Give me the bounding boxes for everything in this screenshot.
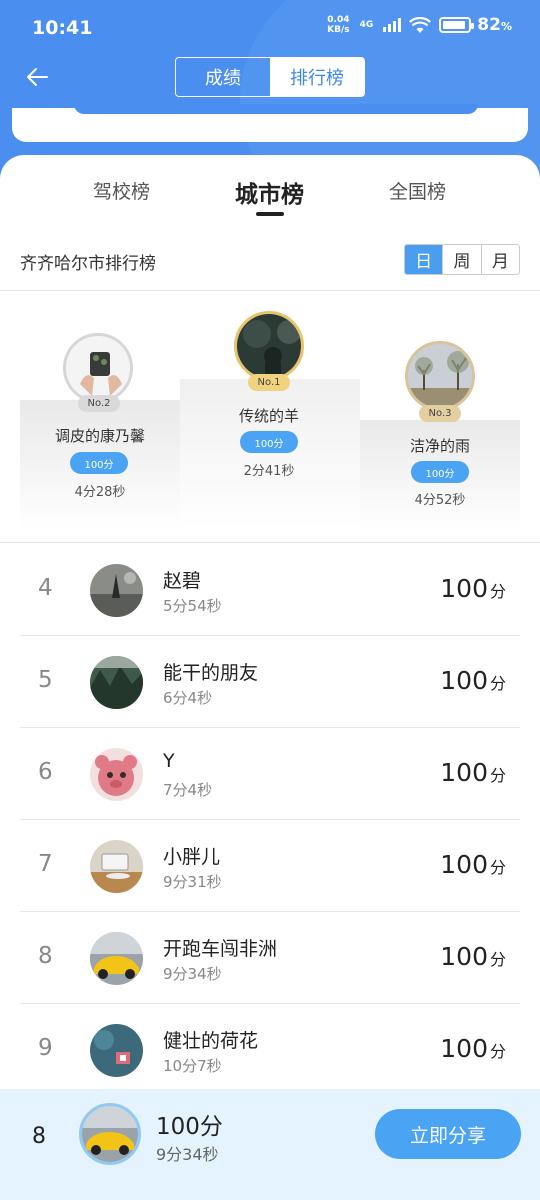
net-speed: 0.04 KB/s: [327, 15, 350, 35]
segment-leaderboard[interactable]: 排行榜: [270, 58, 364, 96]
list-rank: 7: [38, 851, 53, 877]
list-name: 赵碧: [163, 570, 202, 592]
segment-score[interactable]: 成绩: [176, 58, 270, 96]
podium-time-first: 2分41秒: [243, 464, 295, 479]
avatar: [90, 840, 143, 893]
my-rank: 8: [32, 1124, 46, 1149]
podium-score-third: 100分: [411, 461, 469, 483]
tab-city[interactable]: 城市榜: [235, 175, 304, 209]
back-button[interactable]: [22, 62, 52, 92]
podium-time-second: 4分28秒: [74, 485, 126, 500]
status-time: 10:41: [32, 17, 93, 39]
list-name: Y: [163, 750, 175, 772]
list-rank: 6: [38, 759, 53, 785]
list-item[interactable]: 5 能干的朋友 6分4秒 100 分: [20, 636, 520, 728]
avatar: [90, 1024, 143, 1077]
avatar[interactable]: [234, 311, 304, 381]
signal-icon: [383, 18, 402, 32]
list-score: 100 分: [440, 574, 506, 603]
score-card-bar: [74, 104, 478, 114]
avatar: [90, 932, 143, 985]
range-day[interactable]: 日: [405, 245, 444, 274]
podium-name-third: 洁净的雨: [409, 437, 470, 455]
wifi-icon: [409, 16, 432, 33]
list-item[interactable]: 8 开跑车闯非洲 9分34秒 100 分: [20, 912, 520, 1004]
list-score: 100 分: [440, 758, 506, 787]
podium-name-second: 调皮的康乃馨: [54, 427, 145, 445]
tab-school[interactable]: 驾校榜: [93, 177, 150, 204]
list-score: 100 分: [440, 942, 506, 971]
ranking-list: 4 赵碧 5分54秒 100 分 5 能干的朋友 6分4秒 100 分 6 Y 7分…: [20, 544, 520, 1096]
battery: 82%: [439, 15, 512, 35]
share-button[interactable]: 立即分享: [375, 1109, 521, 1159]
divider: [0, 290, 540, 291]
avatar[interactable]: [63, 333, 133, 403]
avatar[interactable]: [79, 1103, 141, 1165]
podium-name-first: 传统的羊: [238, 407, 299, 425]
avatar-image: [82, 1106, 138, 1162]
list-time: 7分4秒: [163, 781, 213, 799]
list-time: 9分31秒: [163, 873, 222, 891]
list-rank: 8: [38, 943, 53, 969]
rank-tag-first: No.1: [248, 374, 290, 391]
podium: No.2 调皮的康乃馨 100分 4分28秒 No.1 传统的羊 100分 2分…: [0, 305, 540, 545]
my-rank-bar: 8 100分 9分34秒 立即分享: [0, 1089, 540, 1200]
list-time: 6分4秒: [163, 689, 213, 707]
list-name: 开跑车闯非洲: [163, 938, 278, 960]
list-name: 小胖儿: [163, 846, 221, 868]
list-item[interactable]: 7 小胖儿 9分31秒 100 分: [20, 820, 520, 912]
board-tabs: 驾校榜 城市榜 全国榜: [0, 155, 540, 225]
podium-score-first: 100分: [240, 431, 298, 453]
list-score: 100 分: [440, 1034, 506, 1063]
status-bar: 10:41 0.04 KB/s 4G 82%: [0, 0, 540, 56]
list-time: 10分7秒: [163, 1057, 222, 1075]
list-score: 100 分: [440, 666, 506, 695]
list-item[interactable]: 4 赵碧 5分54秒 100 分: [20, 544, 520, 636]
range-toggle: 日 周 月: [404, 244, 520, 275]
list-time: 5分54秒: [163, 597, 222, 615]
list-score: 100 分: [440, 850, 506, 879]
list-item[interactable]: 9 健壮的荷花 10分7秒 100 分: [20, 1004, 520, 1096]
range-month[interactable]: 月: [482, 245, 519, 274]
avatar-image: [237, 314, 301, 378]
leaderboard-sheet: 驾校榜 城市榜 全国榜 齐齐哈尔市排行榜 日 周 月 No.2 调皮的康乃馨 1…: [0, 155, 540, 1200]
podium-score-second: 100分: [70, 452, 128, 474]
podium-time-third: 4分52秒: [414, 493, 466, 508]
my-time: 9分34秒: [156, 1145, 219, 1164]
ranking-title: 齐齐哈尔市排行榜: [20, 254, 156, 274]
avatar[interactable]: [405, 341, 475, 411]
tab-indicator: [256, 212, 284, 216]
list-name: 能干的朋友: [163, 662, 259, 684]
rank-tag-second: No.2: [78, 395, 120, 412]
tab-national[interactable]: 全国榜: [389, 177, 446, 204]
list-rank: 5: [38, 667, 53, 693]
view-segment: 成绩 排行榜: [175, 57, 365, 97]
status-indicators: 0.04 KB/s 4G 82%: [327, 15, 512, 35]
list-rank: 4: [38, 575, 53, 601]
list-rank: 9: [38, 1035, 53, 1061]
list-time: 9分34秒: [163, 965, 222, 983]
avatar: [90, 748, 143, 801]
divider: [0, 542, 540, 543]
avatar-image: [408, 344, 472, 408]
avatar-image: [66, 336, 130, 400]
avatar: [90, 656, 143, 709]
arrow-left-icon: [27, 68, 48, 86]
podium-stand-first: [180, 379, 360, 529]
rank-tag-third: No.3: [419, 405, 461, 422]
my-score: 100分: [156, 1114, 223, 1140]
avatar: [90, 564, 143, 617]
range-week[interactable]: 周: [443, 245, 482, 274]
list-item[interactable]: 6 Y 7分4秒 100 分: [20, 728, 520, 820]
network-type: 4G: [359, 20, 374, 30]
battery-icon: [439, 17, 475, 33]
list-name: 健壮的荷花: [163, 1030, 259, 1052]
score-card-edge: [12, 104, 528, 142]
